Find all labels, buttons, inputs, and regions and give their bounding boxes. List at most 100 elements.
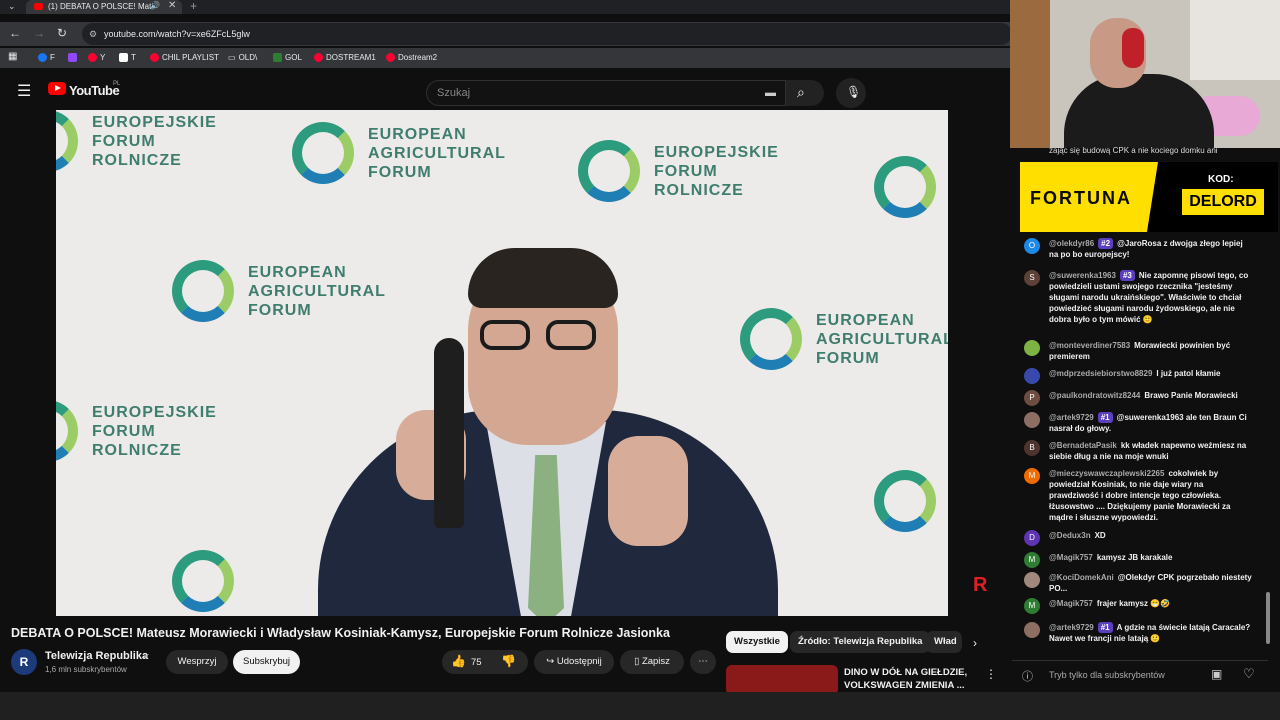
search-input[interactable]: Szukaj ▬ [426, 80, 786, 106]
channel-name[interactable]: Telewizja Republika [45, 650, 148, 662]
chat-author[interactable]: @mieczyswawczaplewski2265 [1049, 469, 1164, 478]
chip-source[interactable]: Źródło: Telewizja Republika [790, 631, 931, 653]
chat-author[interactable]: @suwerenka1963 [1049, 271, 1116, 280]
chat-avatar[interactable] [1024, 572, 1040, 588]
webcam-wall [1190, 0, 1280, 80]
emoji-panel-icon[interactable]: ▣ [1211, 667, 1222, 681]
voice-search-button[interactable]: 🎙 [836, 78, 866, 108]
chat-message: @mdprzedsiebiorstwo8829 I już patol kłami… [1024, 368, 1254, 384]
support-button[interactable]: Wesprzyj [166, 650, 228, 674]
chat-avatar[interactable] [1024, 412, 1040, 428]
chat-message: M @Magik757 frajer kamysz 😁🤣 [1024, 598, 1254, 614]
facebook-icon [38, 53, 47, 62]
like-count[interactable]: 75 [471, 657, 482, 668]
backdrop-logo: EUROPEJSKIE FORUM ROLNICZE [578, 140, 779, 202]
youtube-favicon-icon [34, 3, 43, 10]
like-icon[interactable]: 👍 [451, 654, 466, 668]
chat-avatar[interactable]: M [1024, 468, 1040, 484]
chat-avatar[interactable]: D [1024, 530, 1040, 546]
chat-author[interactable]: @KociDomekAni [1049, 573, 1114, 582]
webcam-headphones [1122, 28, 1144, 68]
chat-author[interactable]: @BernadetaPasik [1049, 441, 1117, 450]
chat-text: kamysz JB karakale [1096, 553, 1173, 562]
chat-author[interactable]: @artek9729 [1049, 623, 1094, 632]
more-actions-button[interactable]: ⋯ [690, 650, 716, 674]
menu-icon[interactable]: ☰ [17, 81, 31, 101]
site-info-icon[interactable]: ⚙ [89, 23, 97, 45]
bookmark-folder-old[interactable]: ▭ OLD\ [228, 53, 257, 62]
chat-avatar[interactable] [1024, 622, 1040, 638]
chat-author[interactable]: @Dedux3n [1049, 531, 1091, 540]
chat-text: I już patol kłamie [1156, 369, 1221, 378]
chat-avatar[interactable]: P [1024, 390, 1040, 406]
webcam-person-body [1064, 74, 1214, 148]
search-button[interactable]: ⌕ [786, 80, 824, 106]
video-player[interactable]: EUROPEAN AGRICULTURAL FORUM EUROPEJSKIE … [56, 110, 948, 616]
bookmark-t[interactable]: T [119, 53, 136, 62]
url-field[interactable]: ⚙ youtube.com/watch?v=xe6ZFcL5glw [82, 23, 1012, 45]
chat-avatar[interactable] [1024, 340, 1040, 356]
chat-avatar[interactable]: M [1024, 552, 1040, 568]
bookmark-icon: ▯ [634, 656, 642, 667]
recommended-title[interactable]: DINO W DÓŁ NA GIEŁDZIE, VOLKSWAGEN ZMIEN… [844, 666, 974, 692]
chat-author[interactable]: @monteverdiner7583 [1049, 341, 1130, 350]
chat-author[interactable]: @olekdyr86 [1049, 239, 1094, 248]
backdrop-logo [874, 470, 948, 532]
channel-avatar[interactable]: R [11, 649, 37, 675]
heart-icon[interactable]: ♡ [1243, 666, 1255, 682]
bookmark-dostream2[interactable]: Dostream2 [386, 53, 437, 62]
address-toolbar: ← → ↻ ⚙ youtube.com/watch?v=xe6ZFcL5glw [0, 22, 1012, 46]
subscriber-count: 1,6 mln subskrybentów [45, 665, 127, 674]
apps-grid-icon[interactable]: ▦ [8, 51, 17, 62]
chat-scrollbar[interactable] [1266, 592, 1270, 644]
new-tab-icon[interactable]: + [190, 0, 197, 13]
bookmark-f[interactable]: F [38, 53, 55, 62]
logo-region: PL [113, 81, 121, 87]
info-icon[interactable]: ⓘ [1022, 668, 1033, 684]
chat-avatar[interactable]: B [1024, 440, 1040, 456]
chat-avatar[interactable] [1024, 368, 1040, 384]
chat-message: D @Dedux3n XD [1024, 530, 1254, 546]
reload-icon[interactable]: ↻ [57, 26, 67, 40]
chip-all[interactable]: Wszystkie [726, 631, 788, 653]
youtube-logo-icon[interactable] [48, 82, 66, 95]
subscribe-button[interactable]: Subskrybuj [233, 650, 300, 674]
chip-wlad[interactable]: Wład [926, 631, 962, 653]
chat-author[interactable]: @Magik757 [1049, 599, 1093, 608]
bookmark-gol[interactable]: GOL [273, 53, 302, 62]
chat-message: M @Magik757 kamysz JB karakale [1024, 552, 1254, 568]
twitch-icon [68, 53, 77, 62]
chat-avatar[interactable]: M [1024, 598, 1040, 614]
recommended-thumbnail[interactable] [726, 665, 838, 695]
chat-avatar[interactable]: O [1024, 238, 1040, 254]
channel-watermark-icon: R [973, 574, 988, 596]
backdrop-logo: EUROPEAN AGRICULTURAL FORUM [172, 260, 386, 322]
chat-text: Brawo Panie Morawiecki [1144, 391, 1238, 400]
chat-author[interactable]: @Magik757 [1049, 553, 1093, 562]
youtube-logo-text[interactable]: YouTube [69, 83, 120, 98]
keyboard-icon[interactable]: ▬ [765, 81, 776, 105]
save-button[interactable]: ▯ Zapisz [620, 650, 684, 674]
chat-message: @artek9729 #1 A gdzie na świecie latają Ca… [1024, 622, 1254, 644]
chat-message: P @paulkondratowitz8244 Brawo Panie Morawi… [1024, 390, 1254, 406]
back-icon[interactable]: ← [9, 26, 21, 40]
dislike-icon[interactable]: 👎 [501, 654, 516, 668]
chips-next-icon[interactable]: › [973, 636, 977, 650]
youtube-icon [314, 53, 323, 62]
bookmark-twitch[interactable] [68, 53, 80, 62]
tab-close-icon[interactable]: ✕ [168, 0, 176, 11]
chat-author[interactable]: @paulkondratowitz8244 [1049, 391, 1140, 400]
chat-avatar[interactable]: S [1024, 270, 1040, 286]
member-badge: #1 [1097, 412, 1113, 423]
member-badge: #2 [1098, 238, 1114, 249]
share-button[interactable]: ↪ Udostępnij [534, 650, 614, 674]
bookmark-dostream1[interactable]: DOSTREAM1 [314, 53, 376, 62]
bookmark-chil-playlist[interactable]: CHIL PLAYLIST [150, 53, 219, 62]
forward-icon[interactable]: → [33, 26, 45, 40]
tab-list-icon[interactable]: ⌄ [8, 1, 16, 12]
recommended-more-icon[interactable]: ⋮ [985, 667, 997, 681]
chat-author[interactable]: @artek9729 [1049, 413, 1094, 422]
chat-author[interactable]: @mdprzedsiebiorstwo8829 [1049, 369, 1152, 378]
bookmark-y[interactable]: Y [88, 53, 105, 62]
share-icon: ↪ [546, 656, 557, 667]
